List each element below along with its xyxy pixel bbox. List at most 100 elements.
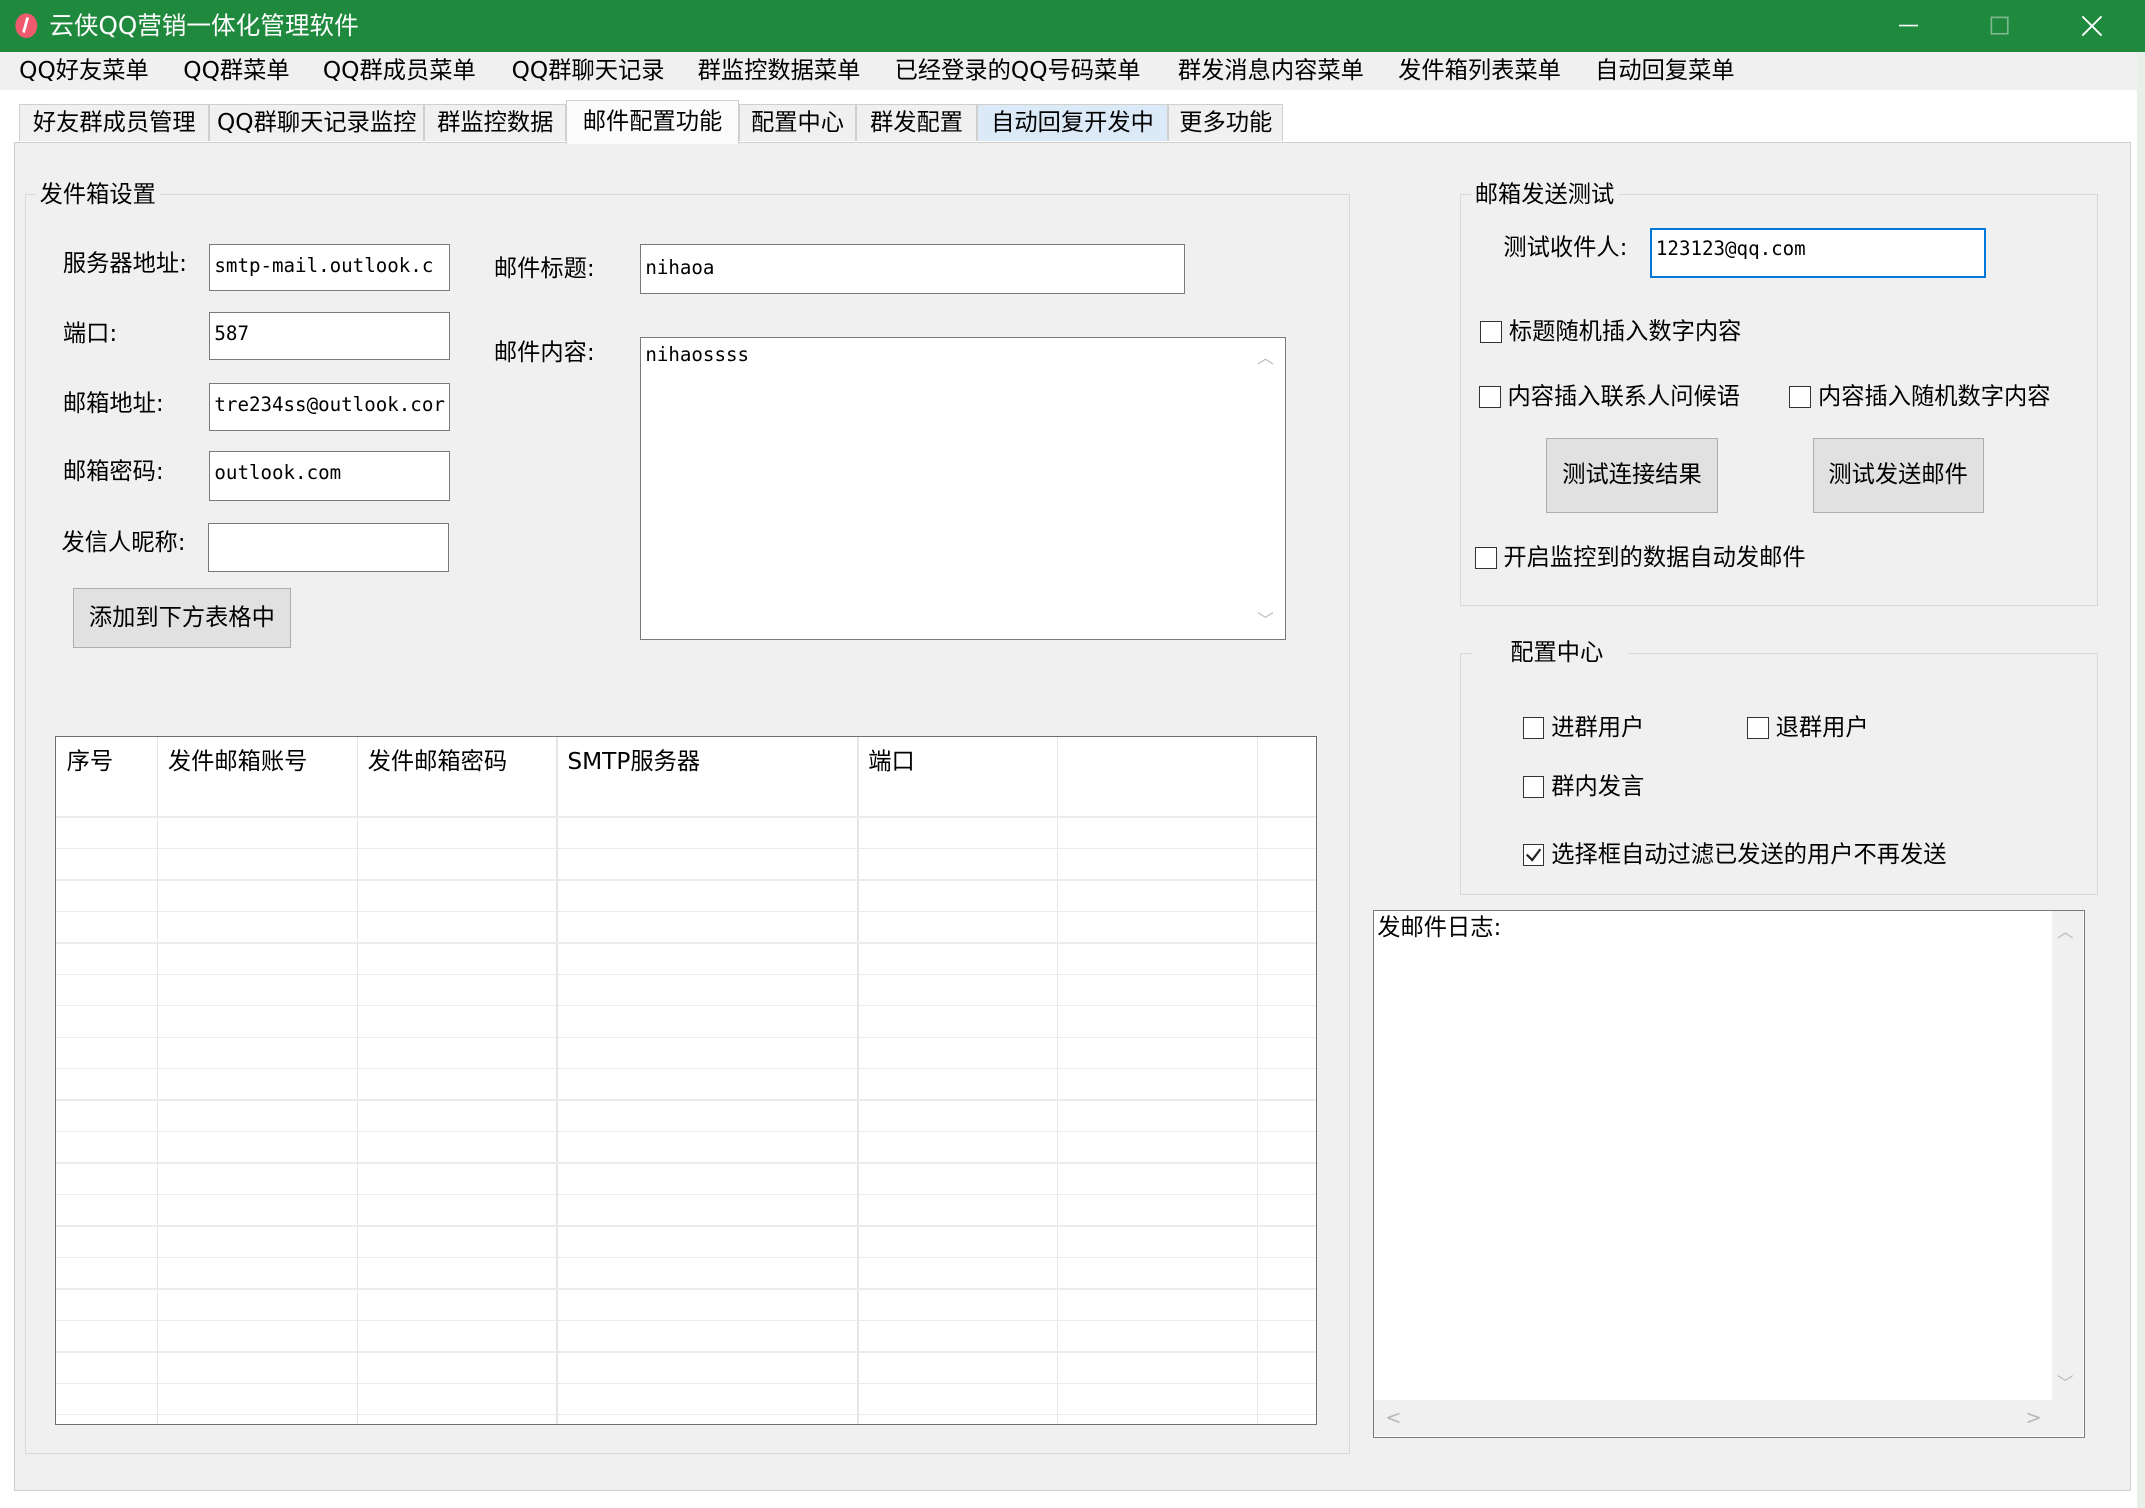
log-scroll-down-icon[interactable]: ﹀ — [2057, 1375, 2073, 1392]
table-row-divider — [55, 910, 1316, 913]
table-header-smtp[interactable]: SMTP服务器 — [556, 737, 857, 816]
nickname-label: 发信人昵称: — [61, 529, 186, 557]
tab-config-center[interactable]: 配置中心 — [738, 103, 857, 141]
table-row-divider — [55, 1162, 1316, 1164]
subject-label: 邮件标题: — [493, 255, 595, 283]
menu-qq-group-chat-records[interactable]: QQ群聊天记录 — [512, 56, 665, 86]
table-header-port[interactable]: 端口 — [857, 737, 1057, 816]
table-header-password[interactable]: 发件邮箱密码 — [357, 737, 557, 816]
table-header-account[interactable]: 发件邮箱账号 — [157, 737, 357, 816]
recipient-input[interactable]: 123123@qq.com — [1649, 228, 1987, 278]
menu-logged-in-qq-numbers[interactable]: 已经登录的QQ号码菜单 — [895, 56, 1141, 86]
subject-input[interactable]: nihaoa — [640, 243, 1185, 295]
tab-group-monitor-data[interactable]: 群监控数据 — [424, 103, 567, 141]
insert-greeting-checkbox[interactable]: 内容插入联系人问候语 — [1478, 382, 1741, 412]
join-group-label: 进群用户 — [1551, 713, 1645, 741]
table-row-divider — [55, 1130, 1316, 1133]
recipient-label: 测试收件人: — [1503, 233, 1628, 261]
table-row-divider — [55, 1256, 1316, 1259]
app-logo-icon — [15, 13, 37, 39]
random-number-title-checkbox[interactable]: 标题随机插入数字内容 — [1480, 317, 1741, 347]
table-row-divider — [55, 1351, 1316, 1353]
content-scroll-down-icon[interactable]: ﹀ — [1257, 612, 1273, 629]
scrollbar-corner — [2051, 1400, 2084, 1437]
content-scroll-up-icon[interactable]: ︿ — [1257, 349, 1273, 366]
port-input[interactable]: 587 — [209, 311, 451, 360]
port-label: 端口: — [62, 319, 118, 347]
table-row-divider — [55, 847, 1316, 850]
table-row-divider — [55, 973, 1316, 975]
random-number-title-label: 标题随机插入数字内容 — [1508, 318, 1742, 346]
menu-qq-friends[interactable]: QQ好友菜单 — [19, 56, 149, 86]
menu-qq-group-members[interactable]: QQ群成员菜单 — [323, 56, 476, 86]
table-row-divider — [55, 816, 1316, 818]
leave-group-checkbox[interactable]: 退群用户 — [1746, 713, 1869, 743]
insert-random-number-label: 内容插入随机数字内容 — [1818, 382, 2051, 410]
content-textarea[interactable]: nihaossss — [640, 336, 1286, 641]
table-header-index[interactable]: 序号 — [56, 737, 157, 816]
leave-group-label: 退群用户 — [1775, 713, 1869, 741]
table-column-divider — [857, 736, 859, 1425]
menu-mass-message-content[interactable]: 群发消息内容菜单 — [1178, 56, 1364, 86]
table-row-divider — [55, 1068, 1316, 1070]
minimize-button[interactable] — [1863, 0, 1953, 52]
tab-group-chat-monitor[interactable]: QQ群聊天记录监控 — [209, 103, 425, 141]
tab-more-functions[interactable]: 更多功能 — [1168, 103, 1284, 141]
window-title: 云侠QQ营销一体化管理软件 — [49, 10, 359, 40]
mail-log-text: 发邮件日志: — [1377, 914, 1502, 942]
horizontal-scrollbar[interactable] — [1374, 1400, 2052, 1437]
email-label: 邮箱地址: — [62, 389, 164, 417]
mail-log-textarea[interactable]: 发邮件日志: ︿ ﹀ < > — [1373, 909, 2085, 1438]
menu-group-monitor-data[interactable]: 群监控数据菜单 — [698, 56, 861, 86]
table-row-divider — [55, 1414, 1316, 1416]
tab-mass-send-config[interactable]: 群发配置 — [856, 103, 977, 141]
nickname-input[interactable] — [207, 522, 449, 572]
filter-sent-checkbox[interactable]: 选择框自动过滤已发送的用户不再发送 — [1522, 840, 1947, 870]
group-speech-label: 群内发言 — [1551, 772, 1645, 800]
minimize-icon — [1898, 25, 1918, 27]
email-input[interactable]: tre234ss@outlook.cor — [209, 383, 451, 431]
test-send-button[interactable]: 测试发送邮件 — [1812, 437, 1984, 513]
tab-friend-group-members[interactable]: 好友群成员管理 — [19, 103, 210, 141]
table-row-divider — [55, 1288, 1316, 1290]
checkbox-box — [1478, 385, 1501, 408]
filter-sent-label: 选择框自动过滤已发送的用户不再发送 — [1551, 840, 1947, 868]
menu-auto-reply[interactable]: 自动回复菜单 — [1595, 56, 1735, 86]
app-window: 云侠QQ营销一体化管理软件 QQ好友菜单 QQ群菜单 QQ群成员菜单 QQ群聊天… — [0, 0, 2145, 1508]
insert-greeting-label: 内容插入联系人问候语 — [1507, 382, 1741, 410]
table-row-divider — [55, 1036, 1316, 1038]
auto-send-label: 开启监控到的数据自动发邮件 — [1503, 544, 1806, 572]
password-label: 邮箱密码: — [62, 457, 164, 485]
tab-mail-config[interactable]: 邮件配置功能 — [566, 99, 739, 144]
table-header-extra[interactable] — [1057, 737, 1257, 816]
table-row-divider — [55, 1382, 1316, 1385]
maximize-button[interactable] — [1955, 0, 2045, 52]
password-input[interactable]: outlook.com — [209, 451, 451, 501]
tab-auto-reply[interactable]: 自动回复开发中 — [976, 103, 1169, 141]
checkbox-box — [1746, 716, 1769, 739]
close-icon — [2081, 15, 2102, 37]
config-center-title: 配置中心 — [1471, 638, 1628, 667]
menu-qq-groups[interactable]: QQ群菜单 — [183, 56, 289, 86]
group-speech-checkbox[interactable]: 群内发言 — [1522, 772, 1645, 802]
table-column-divider — [556, 736, 558, 1425]
add-to-table-button[interactable]: 添加到下方表格中 — [72, 588, 292, 649]
title-bar[interactable]: 云侠QQ营销一体化管理软件 — [0, 0, 2145, 52]
auto-send-checkbox[interactable]: 开启监控到的数据自动发邮件 — [1474, 543, 1806, 573]
checkbox-box — [1522, 775, 1545, 798]
server-input[interactable]: smtp-mail.outlook.c — [209, 243, 451, 292]
log-scroll-up-icon[interactable]: ︿ — [2057, 924, 2073, 940]
outbox-table[interactable]: 序号 发件邮箱账号 发件邮箱密码 SMTP服务器 端口 — [54, 735, 1318, 1426]
window-edge — [2136, 51, 2145, 1508]
insert-random-number-checkbox[interactable]: 内容插入随机数字内容 — [1789, 382, 2051, 412]
maximize-icon — [1990, 16, 2010, 36]
vertical-scrollbar[interactable] — [2051, 910, 2084, 1401]
test-connection-button[interactable]: 测试连接结果 — [1545, 437, 1719, 513]
log-scroll-left-icon[interactable]: < — [1385, 1408, 1401, 1427]
join-group-checkbox[interactable]: 进群用户 — [1522, 713, 1645, 743]
log-scroll-right-icon[interactable]: > — [2026, 1408, 2042, 1427]
table-column-divider — [1057, 736, 1059, 1425]
close-button[interactable] — [2047, 0, 2137, 52]
menu-outbox-list[interactable]: 发件箱列表菜单 — [1398, 56, 1561, 86]
mail-test-title: 邮箱发送测试 — [1470, 180, 1619, 208]
